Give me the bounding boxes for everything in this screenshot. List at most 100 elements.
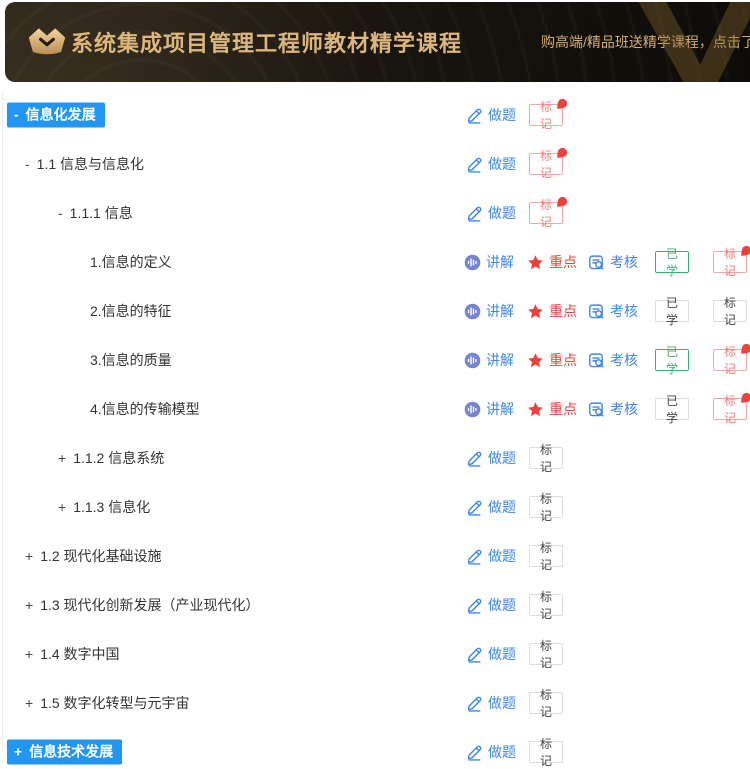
tree-node-toggle[interactable]: +1.2 现代化基础设施	[25, 546, 162, 566]
tree-row: 4.信息的传输模型 讲解 重点 考核已学 标记	[0, 398, 750, 420]
tree-node-toggle[interactable]: -信息化发展	[7, 103, 105, 128]
pencil-icon	[466, 597, 483, 614]
learned-badge: 已学	[655, 349, 689, 371]
tree-node-toggle[interactable]: + 信息技术发展	[7, 740, 122, 765]
mark-button[interactable]: 标记	[529, 447, 563, 469]
explain-link-label: 讲解	[486, 301, 514, 321]
keypoint-badge: 重点	[527, 252, 577, 272]
explain-link[interactable]: 讲解	[464, 252, 514, 272]
audio-icon	[464, 303, 481, 320]
mark-button[interactable]: 标记	[529, 545, 563, 567]
practice-link-label: 做题	[488, 595, 516, 615]
keypoint-badge-label: 重点	[549, 252, 577, 272]
section-label: 信息技术发展	[29, 742, 113, 762]
learned-badge-label: 已学	[662, 294, 682, 328]
assess-icon	[588, 254, 605, 271]
assess-link-label: 考核	[610, 399, 638, 419]
tree-node-toggle[interactable]: -1.1 信息与信息化	[25, 154, 144, 174]
practice-link[interactable]: 做题	[466, 742, 516, 762]
practice-link-label: 做题	[488, 644, 516, 664]
mark-button[interactable]: 标记	[713, 398, 747, 420]
practice-link[interactable]: 做题	[466, 105, 516, 125]
explain-link[interactable]: 讲解	[464, 301, 514, 321]
tree-row: 3.信息的质量讲解重点考核已学标记	[0, 349, 750, 371]
collapse-icon: -	[14, 107, 19, 123]
tree-node-toggle[interactable]: +1.1.3 信息化	[58, 497, 150, 517]
mark-button-label: 标记	[536, 735, 556, 769]
star-icon	[527, 352, 544, 369]
lesson-item: 1.信息的定义	[90, 252, 172, 272]
audio-icon	[464, 254, 481, 271]
pencil-icon	[466, 450, 483, 467]
mark-button-label: 标记	[536, 441, 556, 475]
mark-button[interactable]: 标记	[529, 153, 563, 175]
mark-button[interactable]: 标记	[529, 104, 563, 126]
explain-link[interactable]: 讲解	[464, 350, 514, 370]
learned-badge: 已学	[655, 398, 689, 420]
mark-button[interactable]: 标记	[529, 741, 563, 763]
expand-icon: +	[14, 744, 22, 760]
assess-icon	[588, 303, 605, 320]
pencil-icon	[466, 695, 483, 712]
tree-row: +1.1.2 信息系统 做题标记	[0, 447, 750, 469]
tree-node-toggle[interactable]: +1.5 数字化转型与元宇宙	[25, 693, 190, 713]
tree-row: + 信息技术发展 做题标记	[0, 741, 750, 763]
mark-button[interactable]: 标记	[529, 692, 563, 714]
tree-node-toggle[interactable]: +1.3 现代化创新发展（产业现代化）	[25, 595, 260, 615]
tree-row: +1.5 数字化转型与元宇宙 做题标记	[0, 692, 750, 714]
tree-row: -1.1.1 信息 做题标记	[0, 202, 750, 224]
tree-node-toggle[interactable]: -1.1.1 信息	[58, 203, 133, 223]
section-label: 4.信息的传输模型	[90, 399, 200, 419]
section-label: 2.信息的特征	[90, 301, 172, 321]
explain-link-label: 讲解	[486, 399, 514, 419]
assess-link-label: 考核	[610, 350, 638, 370]
practice-link[interactable]: 做题	[466, 693, 516, 713]
tree-row: +1.2 现代化基础设施 做题标记	[0, 545, 750, 567]
mark-button[interactable]: 标记	[529, 496, 563, 518]
assess-link[interactable]: 考核	[588, 399, 638, 419]
mark-button[interactable]: 标记	[713, 300, 747, 322]
learned-badge-label: 已学	[662, 343, 682, 377]
pencil-icon	[466, 499, 483, 516]
assess-icon	[588, 352, 605, 369]
tree-node-toggle[interactable]: +1.1.2 信息系统	[58, 448, 164, 468]
assess-link[interactable]: 考核	[588, 252, 638, 272]
lesson-item: 4.信息的传输模型	[90, 399, 200, 419]
practice-link[interactable]: 做题	[466, 546, 516, 566]
tree-node-toggle[interactable]: +1.4 数字中国	[25, 644, 120, 664]
explain-link[interactable]: 讲解	[464, 399, 514, 419]
assess-link[interactable]: 考核	[588, 301, 638, 321]
section-label: 信息化发展	[26, 105, 96, 125]
practice-link-label: 做题	[488, 742, 516, 762]
mark-button[interactable]: 标记	[529, 594, 563, 616]
star-icon	[527, 303, 544, 320]
practice-link[interactable]: 做题	[466, 448, 516, 468]
section-label: 1.3 现代化创新发展（产业现代化）	[40, 595, 259, 615]
tree-row: 1.信息的定义讲解重点考核已学标记	[0, 251, 750, 273]
mark-button-label: 标记	[536, 588, 556, 622]
learned-badge-label: 已学	[662, 392, 682, 426]
assess-link[interactable]: 考核	[588, 350, 638, 370]
expand-icon: +	[25, 548, 33, 564]
mark-button[interactable]: 标记	[529, 202, 563, 224]
course-tree: -信息化发展做题标记-1.1 信息与信息化做题标记-1.1.1 信息做题标记1.…	[0, 0, 750, 750]
practice-link-label: 做题	[488, 693, 516, 713]
tree-row: 2.信息的特征讲解重点考核已学标记	[0, 300, 750, 322]
mark-button[interactable]: 标记	[713, 349, 747, 371]
star-icon	[527, 254, 544, 271]
tree-row: +1.4 数字中国 做题标记	[0, 643, 750, 665]
practice-link[interactable]: 做题	[466, 154, 516, 174]
mark-button[interactable]: 标记	[713, 251, 747, 273]
keypoint-badge-label: 重点	[549, 399, 577, 419]
keypoint-badge-label: 重点	[549, 301, 577, 321]
assess-link-label: 考核	[610, 301, 638, 321]
section-label: 1.1 信息与信息化	[37, 154, 144, 174]
mark-button[interactable]: 标记	[529, 643, 563, 665]
pencil-icon	[466, 205, 483, 222]
practice-link[interactable]: 做题	[466, 203, 516, 223]
pencil-icon	[466, 107, 483, 124]
practice-link[interactable]: 做题	[466, 497, 516, 517]
practice-link[interactable]: 做题	[466, 595, 516, 615]
practice-link[interactable]: 做题	[466, 644, 516, 664]
star-icon	[527, 401, 544, 418]
